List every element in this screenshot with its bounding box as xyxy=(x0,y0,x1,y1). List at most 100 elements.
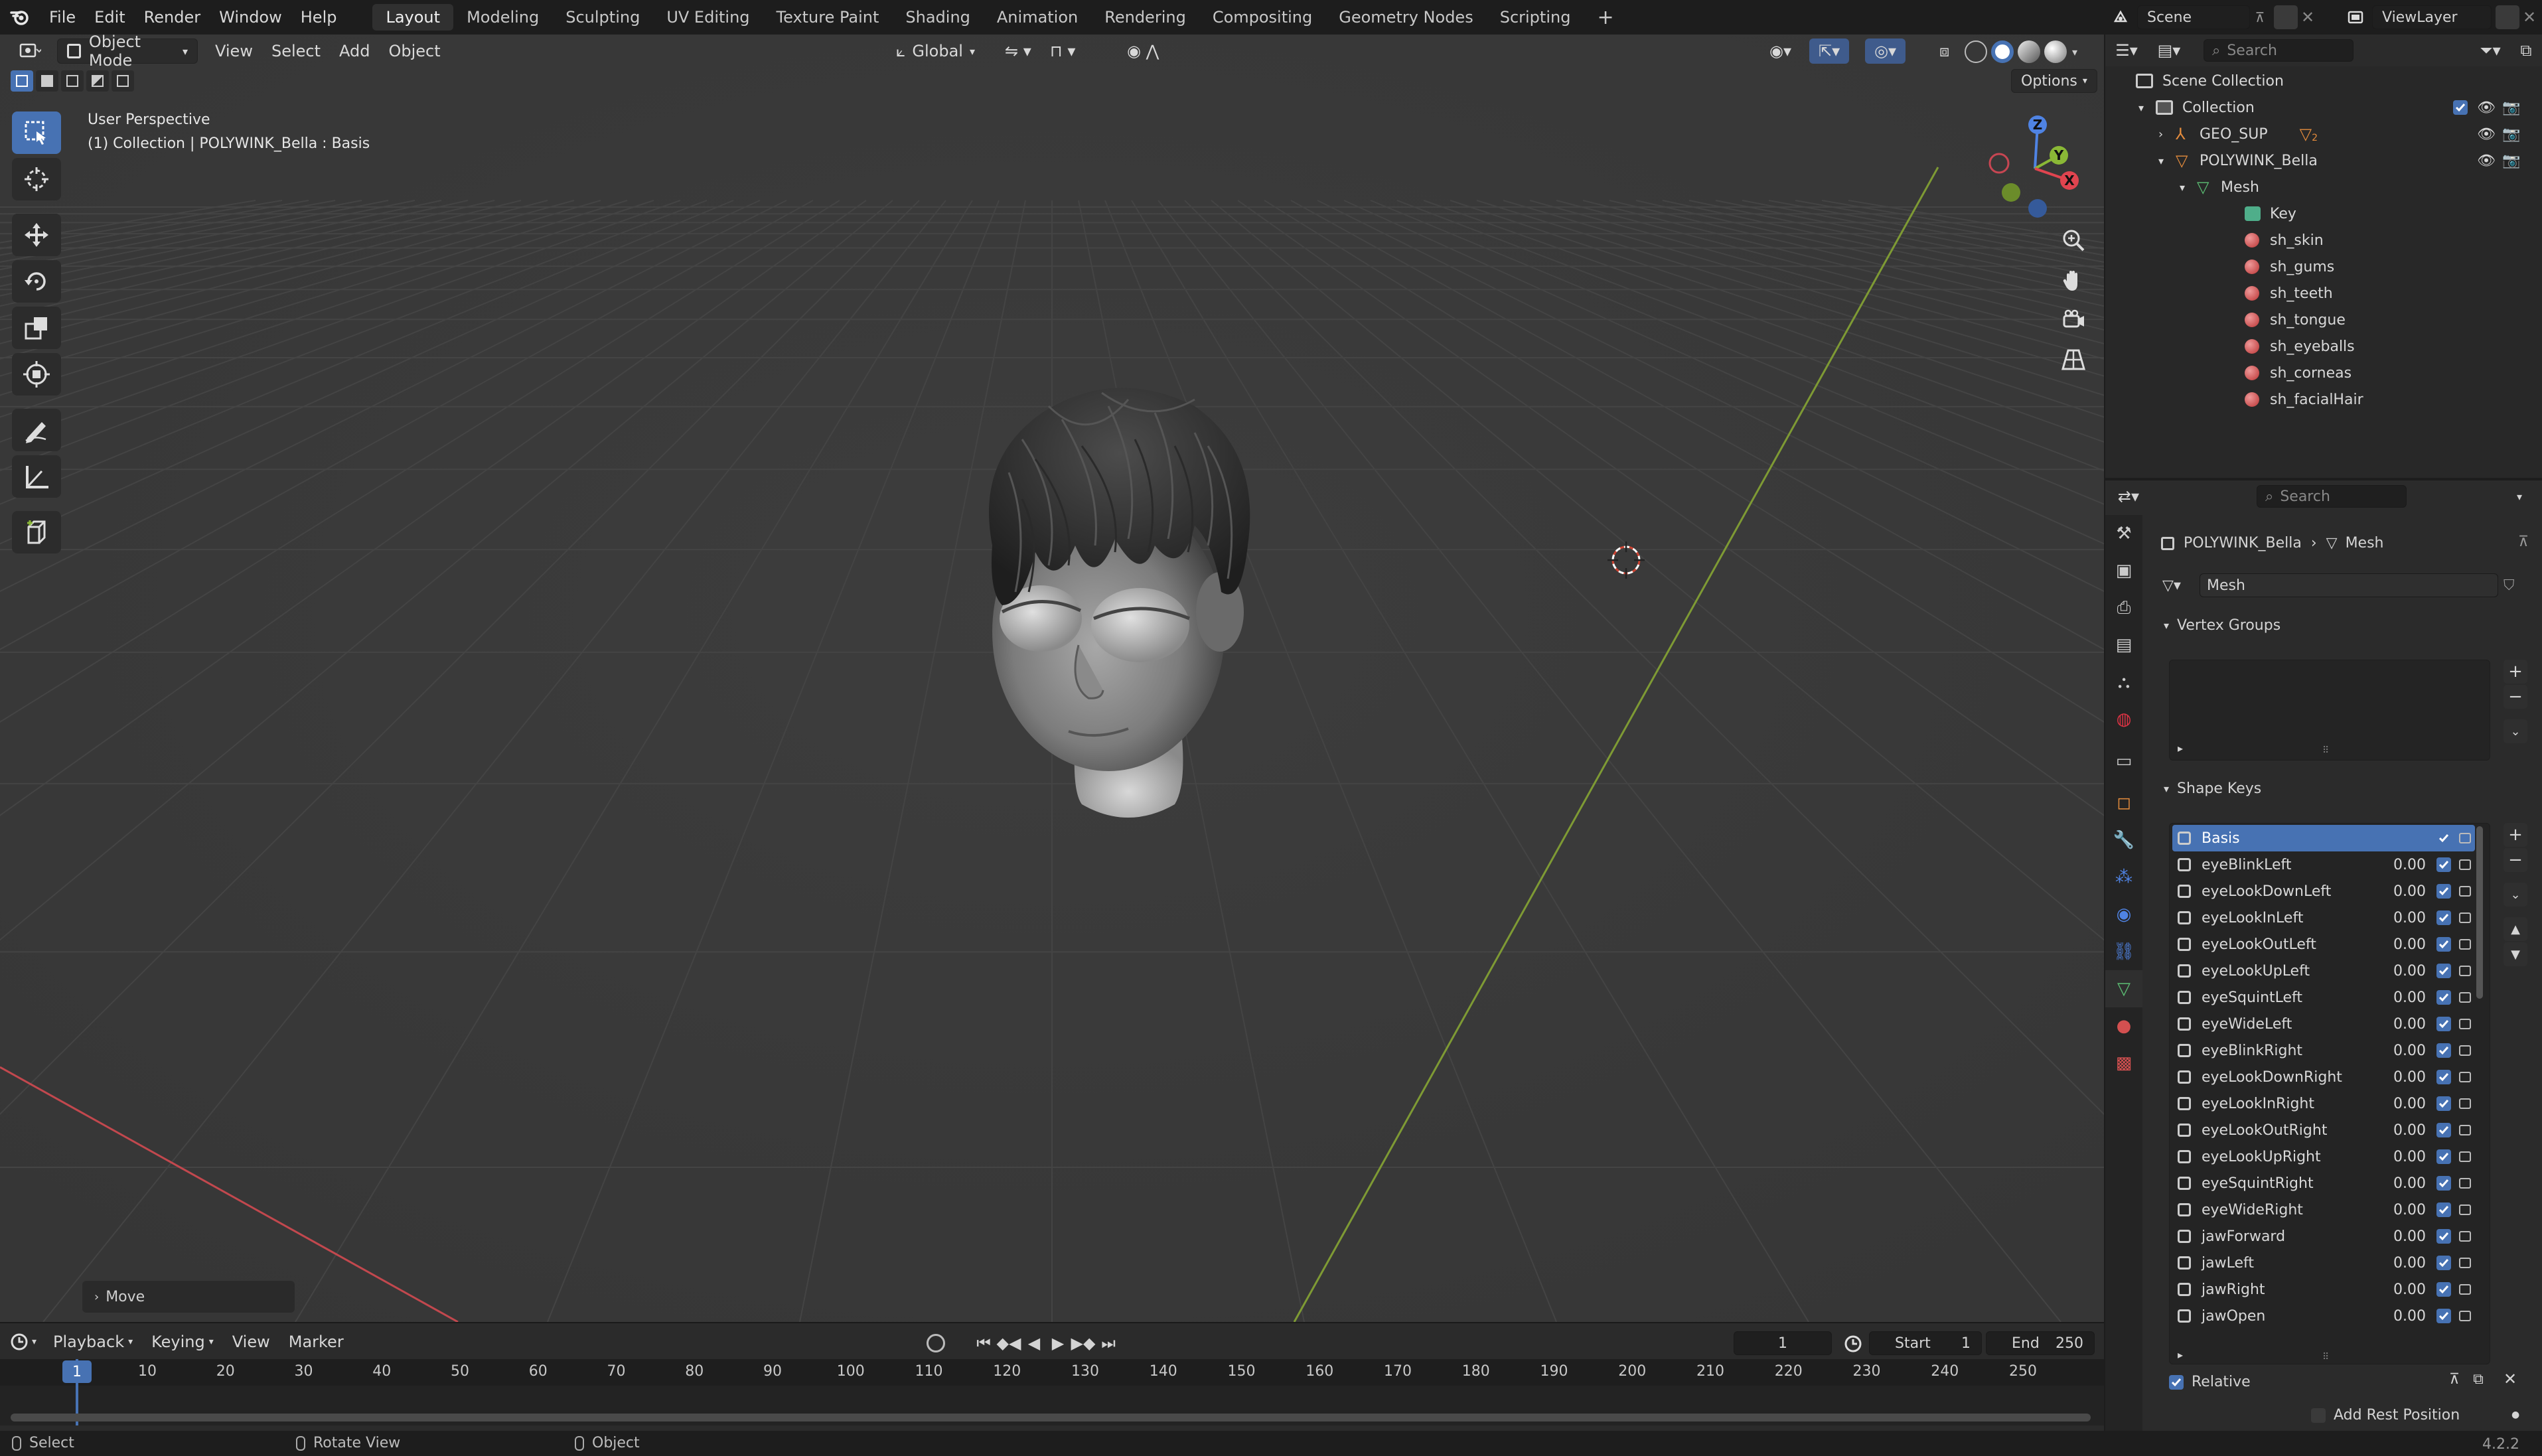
select-box-tool-icon[interactable] xyxy=(12,111,61,154)
shape-key-mute-checkbox[interactable] xyxy=(2436,1176,2451,1191)
select-subtract-icon[interactable] xyxy=(61,70,84,92)
vertex-groups-header[interactable]: ▾ Vertex Groups xyxy=(2164,617,2280,634)
menu-add[interactable]: Add xyxy=(330,38,379,64)
shape-key-value[interactable]: 0.00 xyxy=(2393,883,2426,900)
add-workspace-button[interactable]: + xyxy=(1584,4,1627,31)
shape-keys-header[interactable]: ▾ Shape Keys xyxy=(2164,780,2261,797)
xray-toggle-icon[interactable]: ⧈ xyxy=(1930,38,1959,64)
shape-key-row[interactable]: jawLeft 0.00 xyxy=(2172,1250,2475,1276)
add-shape-key-button[interactable]: + xyxy=(2504,823,2527,847)
view-layer-name-field[interactable]: ViewLayer xyxy=(2372,5,2492,29)
chevron-right-icon[interactable]: ▸ xyxy=(2178,1348,2183,1361)
world-tab-icon[interactable]: ◍ xyxy=(2105,701,2142,738)
cursor-tool-icon[interactable] xyxy=(12,158,61,200)
scene-collection-row[interactable]: Scene Collection xyxy=(2105,68,2542,94)
new-collection-icon[interactable]: ⧉ xyxy=(2510,41,2542,60)
tab-layout[interactable]: Layout xyxy=(372,4,454,31)
lock-icon[interactable] xyxy=(2459,1098,2471,1109)
move-shape-key-down-button[interactable]: ▼ xyxy=(2504,942,2527,966)
shape-key-row[interactable]: eyeLookOutLeft 0.00 xyxy=(2172,931,2475,958)
camera-icon[interactable]: 📷 xyxy=(2502,153,2520,169)
view-layer-selector[interactable]: ViewLayer ✕ xyxy=(2339,4,2539,31)
clear-shape-keys-icon[interactable]: ✕ xyxy=(2498,1370,2522,1388)
3d-viewport[interactable]: Object Mode ▾ View Select Add Object ⟀ G… xyxy=(0,35,2104,1322)
lock-icon[interactable] xyxy=(2459,859,2471,870)
outliner-row-key[interactable]: Key xyxy=(2105,200,2542,227)
shape-key-mute-checkbox[interactable] xyxy=(2436,831,2451,845)
fake-user-icon[interactable]: ⛉ xyxy=(2504,577,2515,594)
playhead[interactable]: 1 xyxy=(62,1360,92,1383)
shape-key-mute-checkbox[interactable] xyxy=(2436,1043,2451,1058)
lock-icon[interactable] xyxy=(2459,1072,2471,1082)
shape-key-value[interactable]: 0.00 xyxy=(2393,1281,2426,1298)
navigation-gizmo[interactable]: Z Y X xyxy=(1984,109,2084,222)
wireframe-shading-icon[interactable] xyxy=(1965,40,1987,63)
shape-key-mute-checkbox[interactable] xyxy=(2436,1282,2451,1297)
tab-uv-editing[interactable]: UV Editing xyxy=(653,4,763,31)
shape-key-value[interactable]: 0.00 xyxy=(2393,1096,2426,1112)
new-view-layer-icon[interactable] xyxy=(2496,5,2519,29)
shape-keys-scrollbar[interactable] xyxy=(2476,826,2483,999)
shape-key-mute-checkbox[interactable] xyxy=(2436,1309,2451,1323)
timeline-scrollbar[interactable] xyxy=(11,1414,2091,1421)
perspective-toggle-icon[interactable] xyxy=(2055,341,2092,378)
vertex-groups-list[interactable]: ▸ ⠿ xyxy=(2169,660,2490,761)
clock-icon[interactable] xyxy=(1842,1333,1864,1358)
camera-view-icon[interactable] xyxy=(2055,301,2092,338)
mode-dropdown[interactable]: Object Mode ▾ xyxy=(57,35,198,70)
shape-key-row[interactable]: eyeWideLeft 0.00 xyxy=(2172,1011,2475,1037)
proportional-edit-icon[interactable]: ◉ ⋀ xyxy=(1118,38,1168,64)
lock-icon[interactable] xyxy=(2459,1231,2471,1242)
shape-key-row[interactable]: eyeLookUpLeft 0.00 xyxy=(2172,958,2475,984)
properties-editor-icon[interactable]: ⇄▾ xyxy=(2105,487,2152,506)
shape-key-row[interactable]: eyeLookDownLeft 0.00 xyxy=(2172,878,2475,905)
shape-key-value[interactable]: 0.00 xyxy=(2393,1149,2426,1165)
shape-key-mute-checkbox[interactable] xyxy=(2436,1070,2451,1084)
marker-menu[interactable]: Marker xyxy=(279,1329,353,1354)
pivot-icon[interactable]: ⇋ ▾ xyxy=(996,38,1041,64)
menu-render[interactable]: Render xyxy=(135,0,210,35)
outliner-row-geo-sup[interactable]: › ⅄ GEO_SUP ▽ 2 👁 📷 xyxy=(2105,121,2542,147)
shape-key-value[interactable]: 0.00 xyxy=(2393,1202,2426,1218)
move-tool-icon[interactable] xyxy=(12,214,61,256)
shape-key-row[interactable]: Basis xyxy=(2172,825,2475,851)
jump-start-icon[interactable]: ⏮ xyxy=(972,1334,996,1352)
resize-handle-icon[interactable]: ⠿ xyxy=(2322,1352,2329,1362)
menu-file[interactable]: File xyxy=(40,0,85,35)
eye-icon[interactable]: 👁 xyxy=(2477,153,2496,169)
select-extend-icon[interactable] xyxy=(36,70,58,92)
start-frame-field[interactable]: Start 1 xyxy=(1869,1331,1982,1355)
lock-icon[interactable] xyxy=(2459,1151,2471,1162)
lock-icon[interactable] xyxy=(2459,966,2471,976)
menu-object[interactable]: Object xyxy=(379,38,449,64)
relative-option[interactable]: Relative xyxy=(2169,1374,2251,1390)
shape-key-value[interactable]: 0.00 xyxy=(2393,1255,2426,1272)
material-shading-icon[interactable] xyxy=(2018,40,2040,63)
orientation-dropdown[interactable]: ⟀ Global ▾ xyxy=(887,38,984,64)
shape-key-value[interactable]: 0.00 xyxy=(2393,963,2426,980)
collection-tab-icon[interactable]: ▭ xyxy=(2105,738,2142,784)
tab-texture-paint[interactable]: Texture Paint xyxy=(763,4,893,31)
shape-key-mute-checkbox[interactable] xyxy=(2436,1096,2451,1111)
tab-geometry-nodes[interactable]: Geometry Nodes xyxy=(1325,4,1486,31)
outliner-row-mesh[interactable]: ▾ ▽ Mesh xyxy=(2105,174,2542,200)
shape-key-row[interactable]: jawForward 0.00 xyxy=(2172,1223,2475,1250)
pin-shape-key-icon[interactable]: ⊼ xyxy=(2442,1371,2466,1388)
shape-key-row[interactable]: eyeBlinkRight 0.00 xyxy=(2172,1037,2475,1064)
add-rest-position-checkbox[interactable] xyxy=(2311,1408,2326,1423)
outliner-row-material[interactable]: sh_gums xyxy=(2105,254,2542,280)
keying-menu[interactable]: Keying ▾ xyxy=(142,1329,223,1354)
object-tab-icon[interactable]: ◻ xyxy=(2105,784,2142,822)
outliner-row-material[interactable]: sh_tongue xyxy=(2105,307,2542,333)
chevron-down-icon[interactable]: ▾ xyxy=(2517,490,2522,503)
render-tab-icon[interactable]: ▣ xyxy=(2105,552,2142,589)
snap-icon[interactable]: ⊓ ▾ xyxy=(1041,38,1084,64)
lock-icon[interactable] xyxy=(2459,1178,2471,1189)
tab-animation[interactable]: Animation xyxy=(984,4,1091,31)
lock-icon[interactable] xyxy=(2459,886,2471,897)
gizmo-toggle-icon[interactable]: ⇱▾ xyxy=(1809,38,1850,64)
lock-icon[interactable] xyxy=(2459,1204,2471,1215)
menu-help[interactable]: Help xyxy=(291,0,346,35)
outliner-row-polywink-bella[interactable]: ▾ ▽ POLYWINK_Bella 👁 📷 xyxy=(2105,147,2542,174)
eye-icon[interactable]: 👁 xyxy=(2477,100,2496,116)
